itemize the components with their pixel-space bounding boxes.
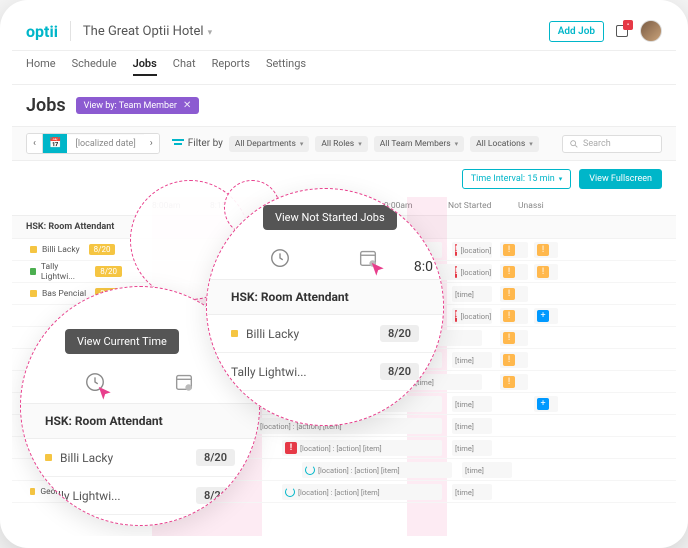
detail2-group: HSK: Room Attendant [207, 279, 443, 315]
nav-schedule[interactable]: Schedule [72, 57, 117, 76]
add-job-button[interactable]: Add Job [549, 21, 604, 42]
tooltip-not-started: View Not Started Jobs [263, 205, 397, 230]
job-card[interactable]: ! [500, 264, 528, 280]
job-card[interactable]: ! [500, 286, 528, 302]
hotel-selector[interactable]: The Great Optii Hotel▾ [83, 24, 212, 39]
job-card[interactable]: [location] : [action] [item] [302, 462, 452, 478]
job-card[interactable]: ![location] [452, 308, 492, 324]
job-card[interactable]: ! [500, 330, 528, 346]
search-input[interactable]: Search [562, 135, 662, 153]
nav-home[interactable]: Home [26, 57, 56, 76]
time-interval-select[interactable]: Time Interval: 15 min▾ [462, 169, 571, 189]
clock-icon[interactable] [84, 371, 108, 395]
page-title: Jobs [26, 95, 66, 116]
filter-roles[interactable]: All Roles▾ [315, 136, 367, 152]
divider [70, 21, 71, 41]
job-card[interactable]: ! [534, 242, 558, 258]
job-card[interactable]: [time] [452, 484, 492, 500]
filter-label: Filter by [172, 138, 223, 149]
detail2-timecol: 8:0 [414, 259, 433, 275]
calendar-icon[interactable]: 📅 [43, 134, 67, 153]
notifications-icon[interactable]: • [614, 23, 630, 39]
detail1-row-0[interactable]: Billi Lacky 8/20 [21, 439, 259, 477]
job-card[interactable]: ! [500, 242, 528, 258]
nav-settings[interactable]: Settings [266, 57, 306, 76]
nav-reports[interactable]: Reports [212, 57, 250, 76]
detail1-group: HSK: Room Attendant [21, 403, 259, 439]
calendar-small-icon[interactable] [173, 371, 197, 395]
avatar[interactable] [640, 20, 662, 42]
tooltip-current-time: View Current Time [65, 329, 179, 354]
filter-icon [172, 139, 184, 149]
job-card[interactable]: + [534, 308, 558, 324]
main-nav: Home Schedule Jobs Chat Reports Settings [12, 51, 676, 85]
calendar-small-icon-2[interactable] [357, 247, 381, 271]
nav-jobs[interactable]: Jobs [133, 57, 157, 76]
date-nav: ‹ 📅 [localized date] › [26, 133, 160, 154]
job-card[interactable]: [time] [452, 440, 492, 456]
nav-chat[interactable]: Chat [173, 57, 196, 76]
job-card[interactable]: ![location] [452, 264, 492, 280]
detail2-row-1[interactable]: 8:00 Tally Lightwi... 8/20 [207, 353, 443, 391]
job-card[interactable]: + [534, 396, 558, 412]
detail-not-started: View Not Started Jobs 8:0 HSK: Room Atte… [206, 188, 444, 426]
job-card[interactable]: [time] [452, 286, 492, 302]
view-fullscreen-button[interactable]: View Fullscreen [579, 169, 662, 189]
date-next-button[interactable]: › [144, 134, 159, 153]
job-card[interactable]: ! [534, 264, 558, 280]
filter-team[interactable]: All Team Members▾ [374, 136, 464, 152]
job-card[interactable]: [time] [452, 418, 492, 434]
job-card[interactable]: ![location] : [action] [item] [282, 440, 442, 456]
job-card[interactable]: [time] [462, 462, 512, 478]
date-display[interactable]: [localized date] [67, 135, 143, 153]
logo: optii [26, 22, 58, 41]
clock-icon-2[interactable] [269, 247, 293, 271]
job-card[interactable]: ! [500, 308, 528, 324]
job-card[interactable]: [location] : [action] [item] [282, 484, 442, 500]
filter-departments[interactable]: All Departments▾ [229, 136, 309, 152]
search-icon [569, 139, 579, 149]
cursor-icon [369, 261, 391, 283]
job-card[interactable]: [time] [452, 352, 492, 368]
job-card[interactable]: ![location] [452, 242, 492, 258]
view-by-chip[interactable]: View by: Team Member✕ [76, 97, 200, 114]
job-card[interactable]: [time] [452, 396, 492, 412]
job-card[interactable]: ! [500, 352, 528, 368]
detail2-row-0[interactable]: Billi Lacky 8/20 [207, 315, 443, 353]
cursor-icon [96, 385, 118, 407]
filter-locations[interactable]: All Locations▾ [470, 136, 539, 152]
date-prev-button[interactable]: ‹ [27, 134, 43, 153]
job-card[interactable]: ! [500, 374, 528, 390]
